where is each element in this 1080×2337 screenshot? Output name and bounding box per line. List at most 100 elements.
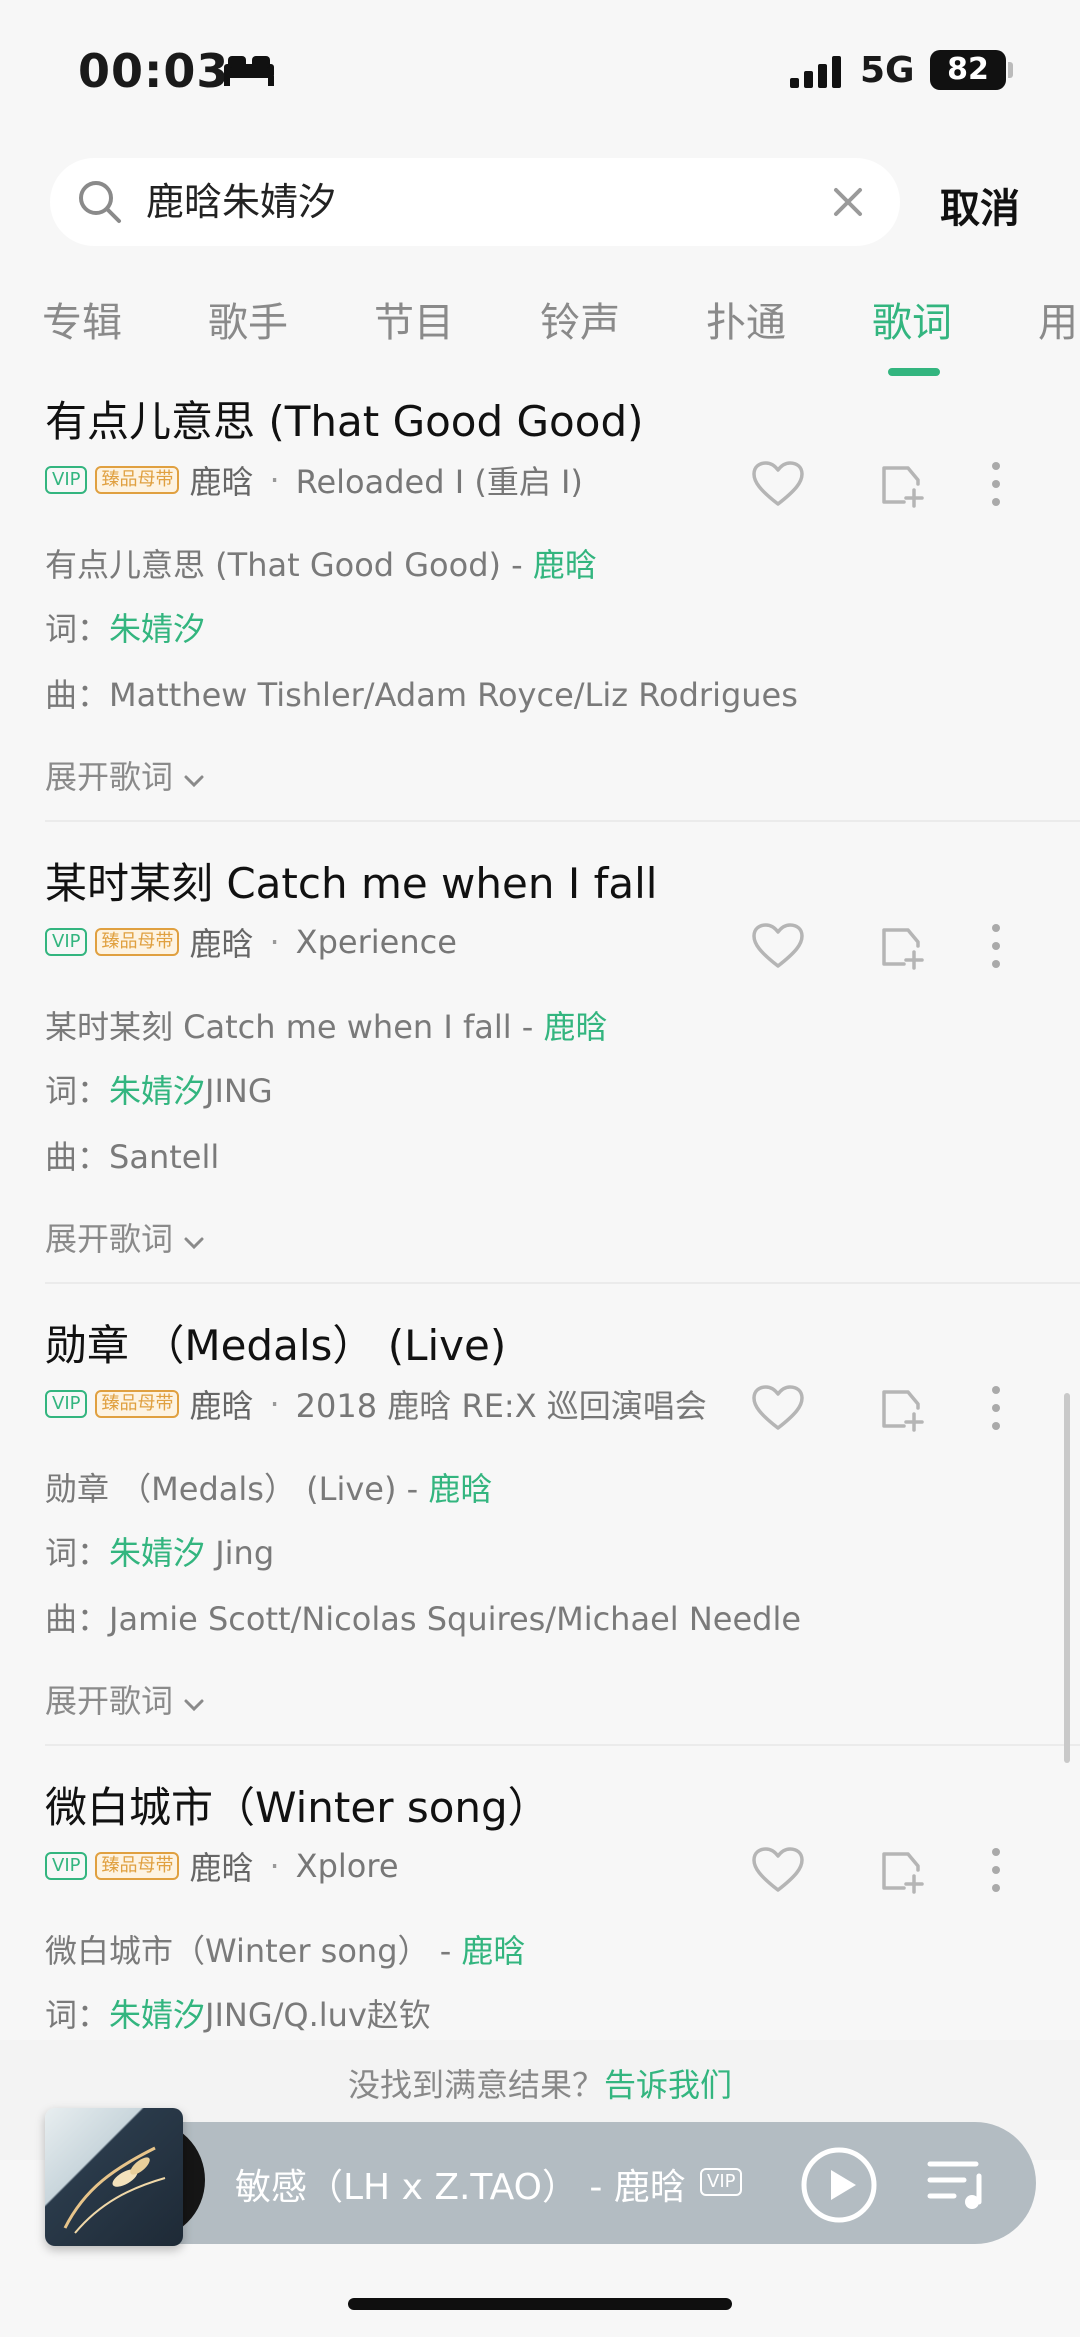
- song-album: Reloaded I (重启 I): [295, 463, 583, 501]
- vip-badge: VIP: [45, 466, 88, 494]
- heart-icon[interactable]: [750, 460, 806, 508]
- heart-icon[interactable]: [750, 1384, 806, 1432]
- composer-line: 曲：Santell: [45, 1138, 220, 1176]
- now-playing-title[interactable]: 敏感（LH x Z.TAO） - 鹿晗: [235, 2158, 686, 2210]
- lyricist-line: 词：朱婧汐JING/Q.luv赵钦: [45, 1996, 431, 2034]
- song-artist: 鹿晗: [189, 925, 254, 963]
- clear-icon[interactable]: [830, 184, 866, 220]
- battery-tip: [1008, 62, 1013, 78]
- lyricist-line: 词：朱婧汐 Jing: [45, 1534, 275, 1572]
- vip-badge: VIP: [45, 1852, 88, 1880]
- tab-artist[interactable]: 歌手: [208, 290, 288, 348]
- song-line-artist[interactable]: 鹿晗: [428, 1470, 492, 1508]
- hq-badge: 臻品母带: [95, 928, 180, 956]
- tab-putong[interactable]: 扑通: [706, 290, 786, 348]
- song-meta: VIP 臻品母带 鹿晗 · Reloaded I (重启 I): [45, 460, 583, 501]
- category-tabs: 专辑 歌手 节目 铃声 扑通 歌词 用: [0, 280, 1080, 380]
- add-to-playlist-icon[interactable]: [878, 1846, 926, 1894]
- composer-names: Santell: [109, 1138, 220, 1176]
- network-type: 5G: [860, 50, 915, 91]
- lyrics-result-list[interactable]: 有点儿意思 (That Good Good) VIP 臻品母带 鹿晗 · Rel…: [0, 388, 1080, 2038]
- expand-lyrics-button[interactable]: 展开歌词: [45, 752, 205, 798]
- tab-program[interactable]: 节目: [374, 290, 454, 348]
- song-meta: VIP 臻品母带 鹿晗 · Xplore: [45, 1846, 399, 1887]
- chevron-down-icon: [184, 1237, 204, 1250]
- meta-separator: ·: [269, 1385, 280, 1423]
- result-item[interactable]: 勋章 （Medals） (Live) VIP 臻品母带 鹿晗 · 2018 鹿晗…: [0, 1312, 1080, 1774]
- divider: [45, 1282, 1080, 1284]
- song-meta: VIP 臻品母带 鹿晗 · Xperience: [45, 922, 457, 963]
- search-input[interactable]: 鹿晗朱婧汐: [146, 158, 786, 246]
- divider: [45, 1744, 1080, 1746]
- feedback-link[interactable]: 告诉我们: [604, 2066, 732, 2104]
- heart-icon[interactable]: [750, 922, 806, 970]
- hq-badge: 臻品母带: [95, 1852, 180, 1880]
- chevron-down-icon: [184, 1699, 204, 1712]
- more-icon[interactable]: [990, 1384, 1002, 1432]
- song-line-artist[interactable]: 鹿晗: [461, 1932, 525, 1970]
- signal-icon: [790, 56, 841, 88]
- song-album: Xplore: [295, 1847, 399, 1885]
- meta-separator: ·: [269, 461, 280, 499]
- lyricist-link[interactable]: 朱婧汐: [109, 1534, 205, 1572]
- lyricist-line: 词：朱婧汐: [45, 610, 206, 648]
- hq-badge: 臻品母带: [95, 466, 180, 494]
- song-artist: 鹿晗: [189, 1387, 254, 1425]
- search-box[interactable]: 鹿晗朱婧汐: [50, 158, 900, 246]
- home-indicator[interactable]: [348, 2298, 732, 2310]
- song-artist: 鹿晗: [189, 463, 254, 501]
- song-title[interactable]: 某时某刻 Catch me when I fall: [45, 850, 657, 911]
- more-icon[interactable]: [990, 460, 1002, 508]
- composer-names: Jamie Scott/Nicolas Squires/Michael Need…: [109, 1600, 802, 1638]
- song-line-artist[interactable]: 鹿晗: [544, 1008, 608, 1046]
- tab-user[interactable]: 用: [1038, 290, 1078, 348]
- meta-separator: ·: [269, 1847, 280, 1885]
- expand-lyrics-button[interactable]: 展开歌词: [45, 1676, 205, 1722]
- lyricist-link[interactable]: 朱婧汐: [109, 1072, 205, 1110]
- lyricist-link[interactable]: 朱婧汐: [109, 610, 205, 648]
- more-icon[interactable]: [990, 1846, 1002, 1894]
- status-bar: 00:03 5G 82: [0, 0, 1080, 140]
- battery-level: 82: [930, 50, 1006, 90]
- song-title[interactable]: 微白城市（Winter song）: [45, 1774, 550, 1835]
- scrollbar[interactable]: [1064, 1393, 1070, 1763]
- tab-album[interactable]: 专辑: [42, 290, 122, 348]
- song-line: 有点儿意思 (That Good Good) - 鹿晗: [45, 546, 597, 584]
- play-icon[interactable]: [800, 2146, 878, 2224]
- tab-ringtone[interactable]: 铃声: [540, 290, 620, 348]
- song-line: 某时某刻 Catch me when I fall - 鹿晗: [45, 1008, 608, 1046]
- expand-lyrics-button[interactable]: 展开歌词: [45, 1214, 205, 1260]
- song-album: 2018 鹿晗 RE:X 巡回演唱会: [295, 1387, 707, 1425]
- status-time: 00:03: [78, 44, 230, 98]
- playlist-icon[interactable]: [924, 2150, 990, 2216]
- meta-separator: ·: [269, 923, 280, 961]
- more-icon[interactable]: [990, 922, 1002, 970]
- song-line-artist[interactable]: 鹿晗: [533, 546, 597, 584]
- sleep-icon: [224, 56, 274, 86]
- composer-names: Matthew Tishler/Adam Royce/Liz Rodrigues: [109, 676, 798, 714]
- tab-lyrics[interactable]: 歌词: [872, 290, 952, 348]
- now-playing-vip-badge: VIP: [700, 2168, 743, 2196]
- result-item[interactable]: 某时某刻 Catch me when I fall VIP 臻品母带 鹿晗 · …: [0, 850, 1080, 1312]
- heart-icon[interactable]: [750, 1846, 806, 1894]
- add-to-playlist-icon[interactable]: [878, 922, 926, 970]
- divider: [45, 820, 1080, 822]
- hq-badge: 臻品母带: [95, 1390, 180, 1418]
- cover-art: [63, 2146, 166, 2234]
- result-item[interactable]: 微白城市（Winter song） VIP 臻品母带 鹿晗 · Xplore 微…: [0, 1774, 1080, 2038]
- add-to-playlist-icon[interactable]: [878, 1384, 926, 1432]
- song-title[interactable]: 勋章 （Medals） (Live): [45, 1312, 506, 1373]
- tab-active-indicator: [888, 368, 940, 376]
- chevron-down-icon: [184, 775, 204, 788]
- song-line: 微白城市（Winter song） - 鹿晗: [45, 1932, 526, 1970]
- song-album: Xperience: [295, 923, 457, 961]
- cancel-button[interactable]: 取消: [940, 176, 1020, 234]
- song-title[interactable]: 有点儿意思 (That Good Good): [45, 388, 644, 449]
- album-cover[interactable]: [45, 2108, 183, 2246]
- result-item[interactable]: 有点儿意思 (That Good Good) VIP 臻品母带 鹿晗 · Rel…: [0, 388, 1080, 850]
- feedback-prompt-text: 没找到满意结果？告诉我们: [347, 2066, 733, 2104]
- lyricist-link[interactable]: 朱婧汐: [109, 1996, 205, 2034]
- vip-badge: VIP: [45, 928, 88, 956]
- add-to-playlist-icon[interactable]: [878, 460, 926, 508]
- song-line: 勋章 （Medals） (Live) - 鹿晗: [45, 1470, 493, 1508]
